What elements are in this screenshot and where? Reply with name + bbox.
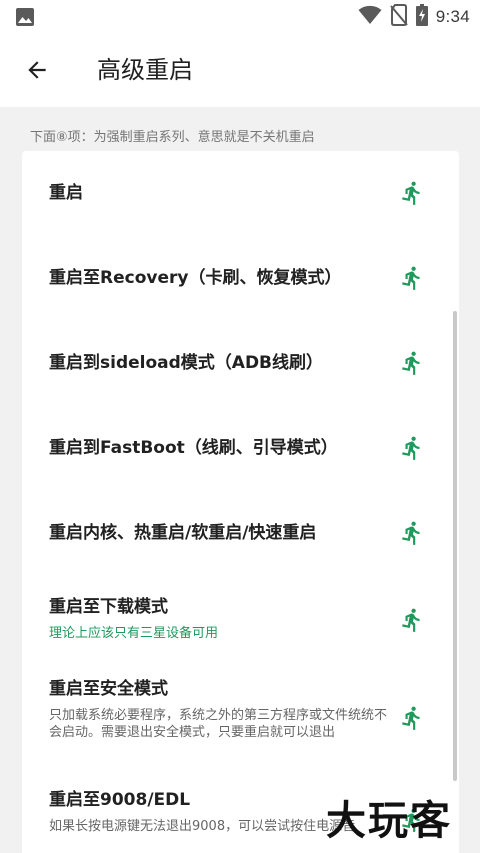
reboot-download-sub: 理论上应该只有三星设备可用	[49, 626, 219, 641]
watermark-logo: 大玩客	[326, 798, 452, 844]
battery-charging-icon	[415, 4, 428, 30]
running-man-icon	[402, 351, 420, 375]
reboot-soft-label: 重启内核、热重启/软重启/快速重启	[49, 523, 317, 543]
running-man-icon	[402, 521, 420, 545]
reboot-edl-label: 重启至9008/EDL	[49, 790, 191, 810]
reboot-sideload-item[interactable]: 重启到sideload模式（ADB线刷）	[22, 321, 459, 406]
reboot-options-card: 重启 重启至Recovery（卡刷、恢复模式） 重启到sideload模式（AD…	[22, 151, 459, 853]
running-man-icon	[402, 436, 420, 460]
reboot-download-item[interactable]: 重启至下载模式 理论上应该只有三星设备可用	[22, 576, 459, 664]
wifi-icon	[358, 5, 382, 29]
reboot-safe-mode-label: 重启至安全模式	[49, 679, 168, 699]
status-bar: 9:34	[0, 0, 480, 33]
reboot-download-label: 重启至下载模式	[49, 597, 168, 617]
reboot-recovery-item[interactable]: 重启至Recovery（卡刷、恢复模式）	[22, 236, 459, 321]
running-man-icon	[402, 706, 420, 730]
running-man-icon	[402, 181, 420, 205]
reboot-recovery-label: 重启至Recovery（卡刷、恢复模式）	[49, 268, 342, 288]
section-header: 下面⑧项：为强制重启系列、意思就是不关机重启	[30, 130, 315, 145]
reboot-safe-mode-sub: 只加载系统必要程序，系统之外的第三方程序或文件统统不会启动。需要退出安全模式，只…	[49, 708, 388, 740]
running-man-icon	[402, 266, 420, 290]
arrow-left-icon	[28, 61, 46, 79]
reboot-safe-mode-item[interactable]: 重启至安全模式 只加载系统必要程序，系统之外的第三方程序或文件统统不会启动。需要…	[22, 664, 459, 776]
no-sim-icon	[389, 4, 408, 30]
scrollbar[interactable]	[453, 311, 457, 781]
reboot-item-label: 重启	[49, 183, 83, 203]
app-bar: 高级重启	[0, 33, 480, 107]
back-button[interactable]	[22, 55, 52, 85]
gallery-icon	[16, 8, 34, 30]
reboot-item[interactable]: 重启	[22, 151, 459, 236]
running-man-icon	[402, 608, 420, 632]
reboot-fastboot-item[interactable]: 重启到FastBoot（线刷、引导模式）	[22, 406, 459, 491]
reboot-sideload-label: 重启到sideload模式（ADB线刷）	[49, 353, 324, 373]
reboot-fastboot-label: 重启到FastBoot（线刷、引导模式）	[49, 438, 338, 458]
status-time: 9:34	[435, 7, 470, 26]
reboot-soft-item[interactable]: 重启内核、热重启/软重启/快速重启	[22, 491, 459, 576]
page-title: 高级重启	[97, 56, 193, 84]
